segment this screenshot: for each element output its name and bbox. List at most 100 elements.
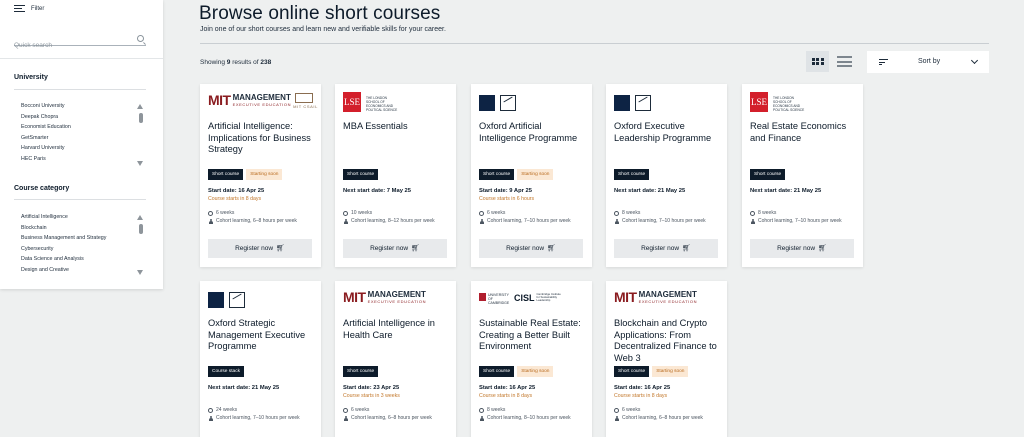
sort-dropdown[interactable]: Sort by: [867, 51, 989, 73]
person-icon: [479, 218, 484, 224]
starting-soon-badge: Starting soon: [517, 169, 554, 180]
clock-icon: [208, 407, 213, 413]
scroll-up-icon[interactable]: [137, 104, 143, 109]
filter-sidebar: Filter University Bocconi University Dee…: [0, 0, 163, 289]
course-type-badge: Short course: [479, 169, 515, 180]
start-date: Next start date: 7 May 25: [343, 188, 411, 194]
course-card[interactable]: Oxford Strategic Management Executive Pr…: [200, 281, 321, 437]
mit-management-logo: MIT MANAGEMENT EXECUTIVE EDUCATION: [614, 289, 698, 305]
divider: [14, 199, 146, 200]
search-icon[interactable]: [137, 35, 144, 42]
university-option[interactable]: GetSmarter: [21, 133, 131, 144]
register-button[interactable]: Register now 🛒︎: [479, 239, 583, 258]
list-view-button[interactable]: [833, 51, 856, 72]
course-title[interactable]: Oxford Executive Leadership Programme: [614, 121, 722, 144]
university-option[interactable]: Economist Education: [21, 122, 131, 133]
quick-search[interactable]: [14, 34, 146, 49]
course-card[interactable]: LSE THE LONDON SCHOOL OF ECONOMICS AND P…: [742, 84, 863, 267]
start-date: Next start date: 21 May 25: [614, 188, 686, 194]
register-button[interactable]: Register now 🛒︎: [614, 239, 718, 258]
cart-icon: 🛒︎: [818, 245, 827, 252]
person-icon: [750, 218, 755, 224]
person-icon: [343, 218, 348, 224]
results-count: Showing 9 results of 238: [200, 59, 272, 66]
course-title[interactable]: Blockchain and Crypto Applications: From…: [614, 318, 722, 364]
course-card[interactable]: Oxford Artificial Intelligence Programme…: [471, 84, 592, 267]
start-date: Start date: 16 Apr 25: [208, 188, 265, 194]
cart-icon: 🛒︎: [547, 245, 556, 252]
course-card[interactable]: LSE THE LONDON SCHOOL OF ECONOMICS AND P…: [335, 84, 456, 267]
mit-csail-logo: MIT MANAGEMENT EXECUTIVE EDUCATION MIT CS…: [208, 92, 318, 109]
category-option[interactable]: Design and Creative: [21, 265, 131, 276]
clock-icon: [750, 210, 755, 216]
course-meta: 8 weeks Cohort learning, 8–10 hours per …: [479, 406, 571, 422]
course-title[interactable]: Artificial Intelligence: Implications fo…: [208, 121, 316, 156]
university-option[interactable]: Bocconi University: [21, 101, 131, 112]
university-option[interactable]: HEC Paris: [21, 154, 131, 165]
register-button[interactable]: Register now 🛒︎: [208, 239, 312, 258]
category-option[interactable]: Data Science and Analysis: [21, 254, 131, 265]
course-type-badge: Short course: [614, 169, 650, 180]
course-type-badge: Short course: [750, 169, 786, 180]
starts-in: Course starts in 3 weeks: [343, 393, 400, 399]
course-title[interactable]: Sustainable Real Estate: Creating a Bett…: [479, 318, 587, 353]
course-card[interactable]: MIT MANAGEMENT EXECUTIVE EDUCATION Blockc…: [606, 281, 727, 437]
divider: [200, 43, 989, 44]
course-title[interactable]: MBA Essentials: [343, 121, 451, 133]
scroll-thumb[interactable]: [138, 113, 143, 123]
clock-icon: [343, 210, 348, 216]
university-scrollbar[interactable]: [137, 104, 144, 168]
cambridge-cisl-logo: UNIVERSITY OF CAMBRIDGE CISL Cambridge I…: [479, 289, 563, 311]
course-card[interactable]: MIT MANAGEMENT EXECUTIVE EDUCATION MIT CS…: [200, 84, 321, 267]
oxford-said-logo: [208, 289, 245, 311]
oxford-said-logo: [479, 92, 516, 114]
category-option[interactable]: Artificial Intelligence: [21, 212, 131, 223]
register-button[interactable]: Register now 🛒︎: [343, 239, 447, 258]
clock-icon: [479, 210, 484, 216]
clock-icon: [208, 210, 213, 216]
course-meta: 8 weeks Cohort learning, 7–10 hours per …: [750, 209, 842, 225]
clock-icon: [614, 407, 619, 413]
scroll-thumb[interactable]: [138, 224, 143, 234]
starting-soon-badge: Starting soon: [246, 169, 283, 180]
quick-search-input[interactable]: [14, 42, 124, 49]
filter-label: Filter: [31, 6, 45, 12]
course-title[interactable]: Real Estate Economics and Finance: [750, 121, 858, 144]
cart-icon: 🛒︎: [411, 245, 420, 252]
person-icon: [208, 415, 213, 421]
course-title[interactable]: Oxford Strategic Management Executive Pr…: [208, 318, 316, 353]
course-card[interactable]: MIT MANAGEMENT EXECUTIVE EDUCATION Artifi…: [335, 281, 456, 437]
register-button[interactable]: Register now 🛒︎: [750, 239, 854, 258]
start-date: Start date: 23 Apr 25: [343, 385, 400, 391]
grid-view-button[interactable]: [806, 51, 829, 72]
scroll-up-icon[interactable]: [137, 215, 143, 220]
person-icon: [614, 218, 619, 224]
sort-icon: [879, 59, 888, 65]
starts-in: Course starts in 8 days: [208, 196, 262, 202]
category-option[interactable]: Business Management and Strategy: [21, 233, 131, 244]
person-icon: [208, 218, 213, 224]
filter-toggle[interactable]: Filter: [14, 5, 44, 13]
course-title[interactable]: Artificial Intelligence in Health Care: [343, 318, 451, 341]
university-option[interactable]: Deepak Chopra: [21, 112, 131, 123]
category-option[interactable]: Blockchain: [21, 223, 131, 234]
start-date: Start date: 16 Apr 25: [479, 385, 536, 391]
course-meta: 6 weeks Cohort learning, 6–8 hours per w…: [614, 406, 703, 422]
category-list: Artificial Intelligence Blockchain Busin…: [21, 212, 131, 280]
lse-logo: LSE THE LONDON SCHOOL OF ECONOMICS AND P…: [750, 92, 807, 114]
course-title[interactable]: Oxford Artificial Intelligence Programme: [479, 121, 587, 144]
category-scrollbar[interactable]: [137, 215, 144, 279]
scroll-down-icon[interactable]: [137, 161, 143, 166]
person-icon: [614, 415, 619, 421]
course-meta: 8 weeks Cohort learning, 7–10 hours per …: [614, 209, 706, 225]
category-option[interactable]: Cybersecurity: [21, 244, 131, 255]
course-type-badge: Short course: [343, 169, 379, 180]
scroll-down-icon[interactable]: [137, 270, 143, 275]
course-type-badge: Course stack: [208, 366, 244, 377]
course-card[interactable]: Oxford Executive Leadership Programme Sh…: [606, 84, 727, 267]
course-meta: 6 weeks Cohort learning, 6–8 hours per w…: [208, 209, 297, 225]
course-card[interactable]: UNIVERSITY OF CAMBRIDGE CISL Cambridge I…: [471, 281, 592, 437]
start-date: Next start date: 21 May 25: [208, 385, 280, 391]
university-option[interactable]: Harvard University: [21, 143, 131, 154]
divider: [0, 58, 163, 59]
